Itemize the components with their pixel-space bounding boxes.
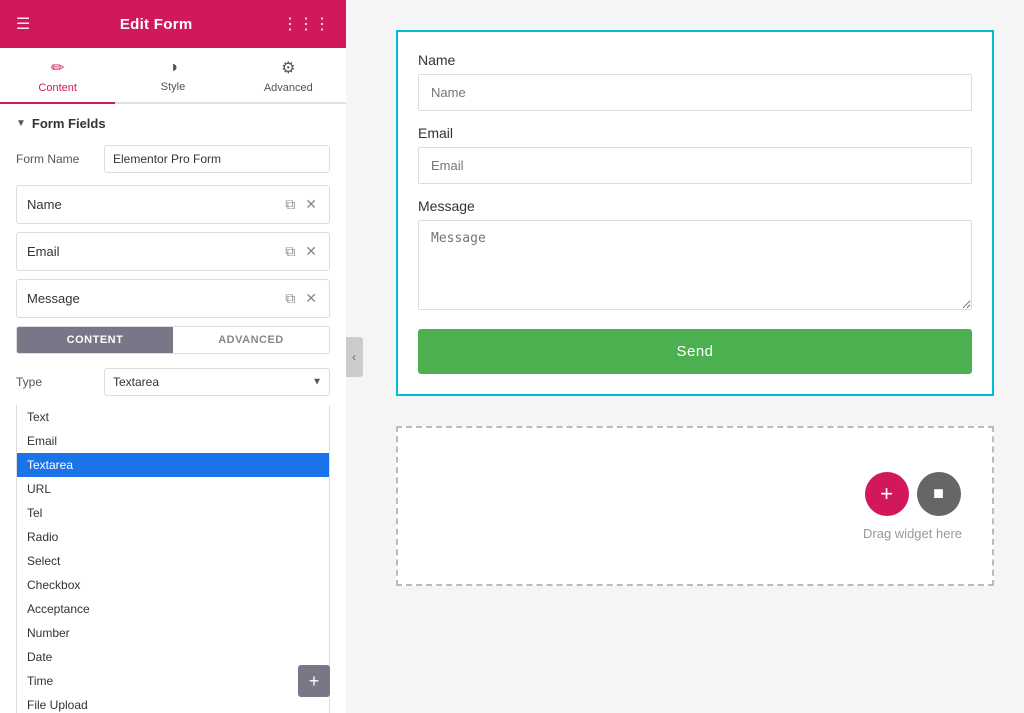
form-name-input[interactable] [104, 145, 330, 173]
collapse-handle[interactable]: ‹ [346, 337, 363, 377]
content-tab-icon: ✏ [51, 58, 64, 78]
field-message-label: Message [27, 291, 283, 306]
drag-widget-label: Drag widget here [863, 526, 962, 541]
type-select[interactable]: Textarea [104, 368, 330, 396]
field-name-duplicate-button[interactable]: ⧉ [283, 194, 297, 215]
sub-tab-advanced[interactable]: ADVANCED [173, 327, 329, 353]
dropdown-item-textarea[interactable]: Textarea [17, 453, 329, 477]
dropdown-item-url[interactable]: URL [17, 477, 329, 501]
content-tab-label: Content [38, 82, 77, 94]
right-panel: ‹ Name Email Message Send + ■ [346, 0, 1024, 713]
panel-title: Edit Form [120, 16, 193, 33]
field-email-delete-button[interactable]: ✕ [303, 241, 319, 262]
type-dropdown-list: Text Email Textarea URL Tel Radio Select… [16, 405, 330, 713]
hamburger-icon[interactable]: ☰ [16, 14, 30, 34]
panel-header: ☰ Edit Form ⋮⋮⋮ [0, 0, 346, 48]
field-email-label: Email [27, 244, 283, 259]
preview-email-input[interactable] [418, 147, 972, 184]
preview-message-textarea[interactable] [418, 220, 972, 310]
preview-message-group: Message [418, 198, 972, 315]
left-panel: ☰ Edit Form ⋮⋮⋮ ✏ Content ◑ Style ⚙ Adva… [0, 0, 346, 713]
send-button[interactable]: Send [418, 329, 972, 374]
section-arrow-icon: ▼ [16, 118, 26, 129]
field-item-name[interactable]: Name ⧉ ✕ [16, 185, 330, 224]
type-row: Type Textarea ▼ [16, 368, 330, 396]
widget-drop-content: + ■ Drag widget here [863, 472, 962, 541]
dropdown-item-select[interactable]: Select [17, 549, 329, 573]
dropdown-item-time[interactable]: Time [17, 669, 329, 693]
drop-buttons: + ■ [865, 472, 961, 516]
widget-drop-area: + ■ Drag widget here [396, 426, 994, 586]
grid-icon[interactable]: ⋮⋮⋮ [282, 14, 330, 34]
preview-email-group: Email [418, 125, 972, 184]
dropdown-item-radio[interactable]: Radio [17, 525, 329, 549]
type-select-wrapper: Textarea ▼ [104, 368, 330, 396]
preview-name-group: Name [418, 52, 972, 111]
sub-tab-content[interactable]: CONTENT [17, 327, 173, 353]
dropdown-item-checkbox[interactable]: Checkbox [17, 573, 329, 597]
preview-email-label: Email [418, 125, 972, 141]
sub-tabs: CONTENT ADVANCED [16, 326, 330, 354]
add-field-button[interactable]: + [298, 665, 330, 697]
field-message-actions: ⧉ ✕ [283, 288, 319, 309]
tab-style[interactable]: ◑ Style [115, 48, 230, 104]
tab-content[interactable]: ✏ Content [0, 48, 115, 104]
field-message-delete-button[interactable]: ✕ [303, 288, 319, 309]
advanced-tab-icon: ⚙ [281, 58, 295, 78]
advanced-tab-label: Advanced [264, 82, 313, 94]
panel-tabs: ✏ Content ◑ Style ⚙ Advanced [0, 48, 346, 104]
form-fields-section: ▼ Form Fields [16, 116, 330, 131]
field-item-email[interactable]: Email ⧉ ✕ [16, 232, 330, 271]
panel-body: ▼ Form Fields Form Name Name ⧉ ✕ Email ⧉… [0, 104, 346, 713]
field-item-message[interactable]: Message ⧉ ✕ [16, 279, 330, 318]
style-tab-icon: ◑ [168, 59, 178, 77]
preview-name-input[interactable] [418, 74, 972, 111]
dropdown-item-email[interactable]: Email [17, 429, 329, 453]
preview-message-label: Message [418, 198, 972, 214]
dropdown-item-number[interactable]: Number [17, 621, 329, 645]
field-message-duplicate-button[interactable]: ⧉ [283, 288, 297, 309]
preview-name-label: Name [418, 52, 972, 68]
form-preview-area: Name Email Message Send [346, 0, 1024, 416]
drop-settings-button[interactable]: ■ [917, 472, 961, 516]
drop-settings-icon: ■ [933, 483, 944, 504]
field-name-actions: ⧉ ✕ [283, 194, 319, 215]
style-tab-label: Style [161, 81, 185, 93]
field-name-label: Name [27, 197, 283, 212]
tab-advanced[interactable]: ⚙ Advanced [231, 48, 346, 104]
dropdown-item-text[interactable]: Text [17, 405, 329, 429]
dropdown-item-file-upload[interactable]: File Upload [17, 693, 329, 713]
field-name-delete-button[interactable]: ✕ [303, 194, 319, 215]
section-title-label: Form Fields [32, 116, 106, 131]
dropdown-item-acceptance[interactable]: Acceptance [17, 597, 329, 621]
form-name-row: Form Name [16, 145, 330, 173]
type-label: Type [16, 375, 96, 389]
drop-add-widget-button[interactable]: + [865, 472, 909, 516]
dropdown-item-date[interactable]: Date [17, 645, 329, 669]
preview-highlight-box: Name Email Message Send [396, 30, 994, 396]
form-name-label: Form Name [16, 152, 96, 166]
field-email-duplicate-button[interactable]: ⧉ [283, 241, 297, 262]
dropdown-item-tel[interactable]: Tel [17, 501, 329, 525]
field-email-actions: ⧉ ✕ [283, 241, 319, 262]
